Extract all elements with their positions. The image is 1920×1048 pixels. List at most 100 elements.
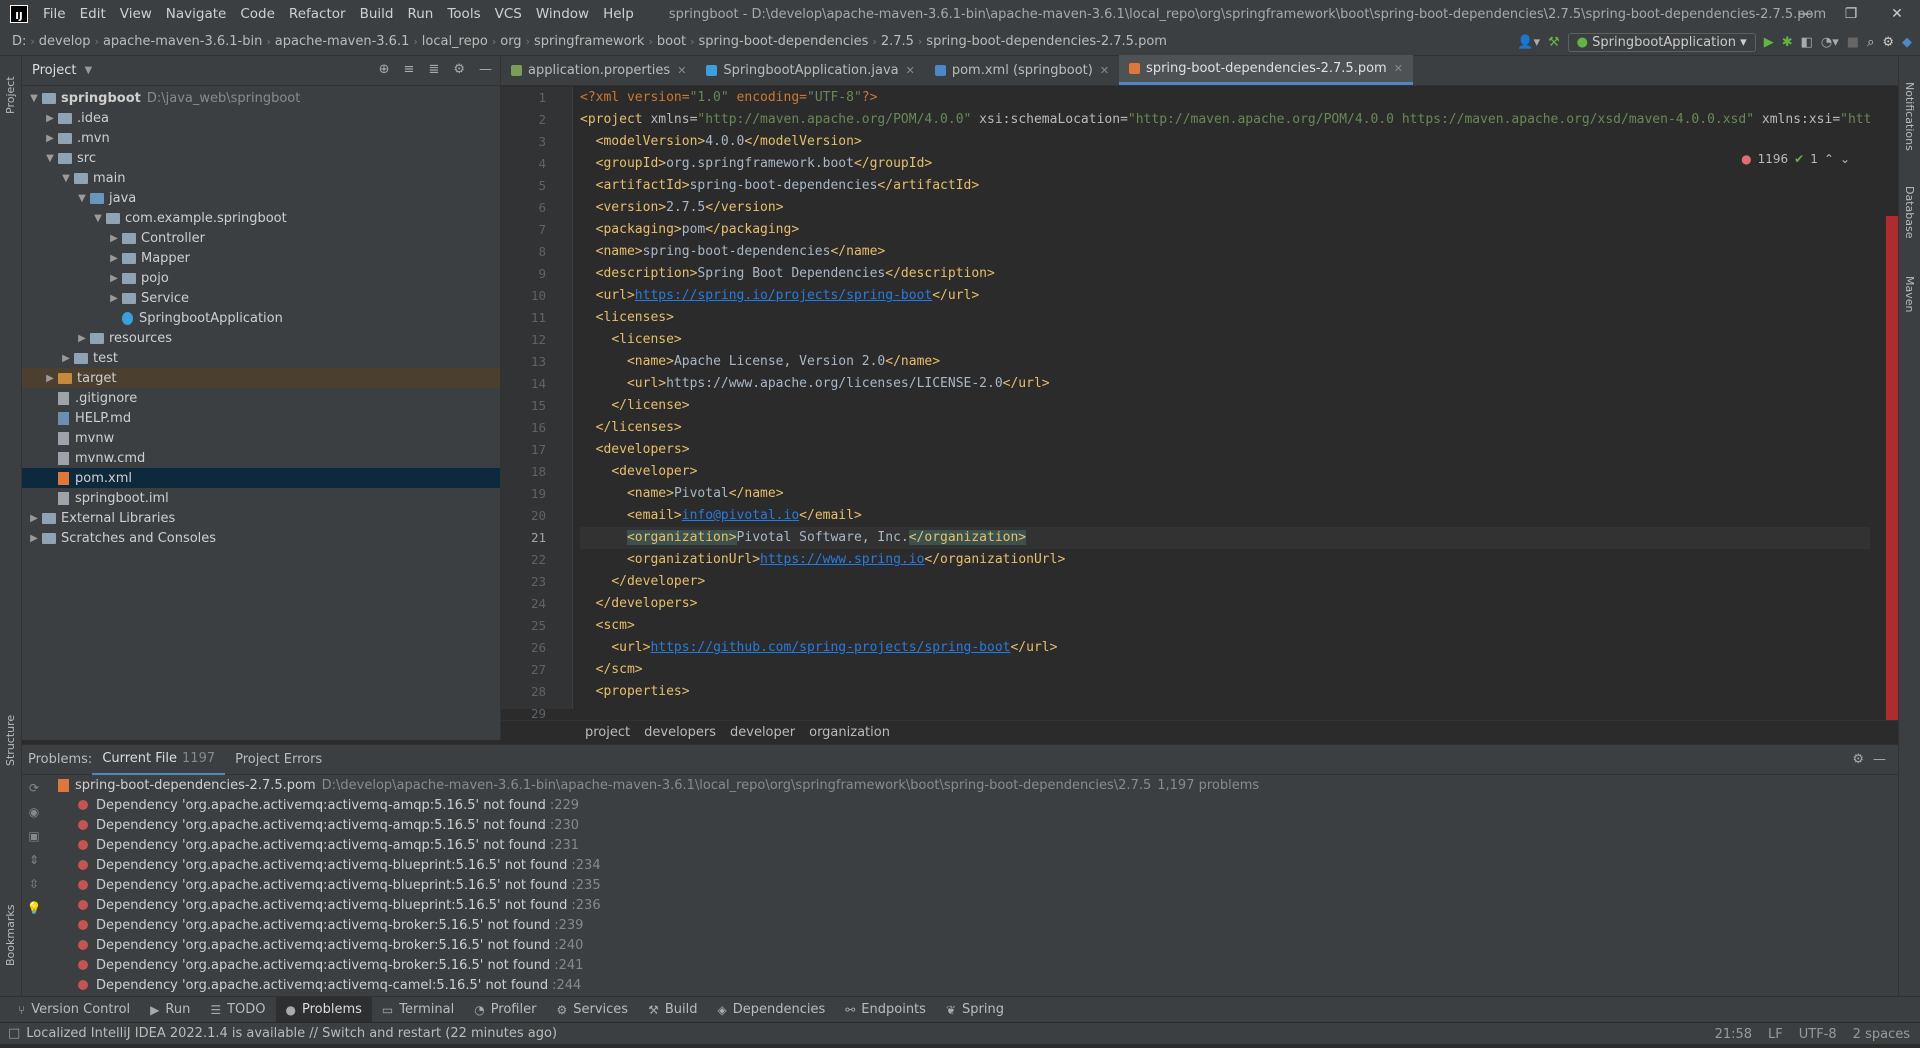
- code-line[interactable]: <url>https://www.apache.org/licenses/LIC…: [580, 373, 1870, 395]
- tree-item[interactable]: ▼ java: [22, 188, 500, 208]
- code-line[interactable]: <description>Spring Boot Dependencies</d…: [580, 263, 1870, 285]
- database-tool-label[interactable]: Database: [1903, 186, 1916, 239]
- chevron-down-icon[interactable]: ▼: [90, 213, 106, 224]
- menu-item-navigate[interactable]: Navigate: [159, 6, 234, 22]
- problem-item[interactable]: Dependency 'org.apache.activemq:activemq…: [22, 795, 1898, 815]
- chevron-down-icon[interactable]: ▼: [42, 153, 58, 164]
- problem-file-row[interactable]: spring-boot-dependencies-2.7.5.pom D:\de…: [22, 775, 1898, 795]
- collapse-all-icon[interactable]: ≣: [428, 62, 439, 77]
- inspection-widget[interactable]: ● 1196 ✔ 1 ⌃ ⌄: [1741, 152, 1850, 166]
- minimize-icon[interactable]: —: [1782, 6, 1828, 22]
- notifications-tool-label[interactable]: Notifications: [1903, 82, 1916, 151]
- tool-button-terminal[interactable]: ▭ Terminal: [372, 997, 464, 1023]
- problem-item[interactable]: Dependency 'org.apache.activemq:activemq…: [22, 895, 1898, 915]
- gear-icon[interactable]: ⚙: [1852, 752, 1864, 767]
- editor-breadcrumb-item[interactable]: project: [585, 725, 630, 740]
- close-icon[interactable]: ✕: [906, 64, 915, 77]
- tree-item[interactable]: ▶ .idea: [22, 108, 500, 128]
- structure-tool-label[interactable]: Structure: [4, 715, 17, 766]
- problem-item[interactable]: Dependency 'org.apache.activemq:activemq…: [22, 835, 1898, 855]
- tree-item[interactable]: mvnw: [22, 428, 500, 448]
- code-line[interactable]: <license>: [580, 329, 1870, 351]
- code-line[interactable]: <?xml version="1.0" encoding="UTF-8"?>: [580, 87, 1870, 109]
- user-icon[interactable]: 👤▾: [1517, 35, 1540, 50]
- tree-item[interactable]: ▼ main: [22, 168, 500, 188]
- menu-item-help[interactable]: Help: [596, 6, 641, 22]
- chevron-down-icon[interactable]: ▼: [58, 173, 74, 184]
- chevron-right-icon[interactable]: ▶: [26, 533, 42, 544]
- code-line[interactable]: <name>spring-boot-dependencies</name>: [580, 241, 1870, 263]
- problem-item[interactable]: Dependency 'org.apache.activemq:activemq…: [22, 875, 1898, 895]
- problem-item[interactable]: Dependency 'org.apache.activemq:activemq…: [22, 855, 1898, 875]
- jetbrains-icon[interactable]: ◆: [1902, 35, 1912, 50]
- tree-item[interactable]: ▶ Mapper: [22, 248, 500, 268]
- breadcrumb-item[interactable]: boot: [653, 34, 690, 49]
- tree-item[interactable]: ▶ resources: [22, 328, 500, 348]
- code-line[interactable]: <name>Apache License, Version 2.0</name>: [580, 351, 1870, 373]
- editor-breadcrumb-item[interactable]: organization: [809, 725, 890, 740]
- tree-item[interactable]: SpringbootApplication: [22, 308, 500, 328]
- tool-button-version-control[interactable]: ⑂ Version Control: [8, 997, 140, 1023]
- tab-current-file[interactable]: Current File 1197: [92, 745, 226, 775]
- tree-item[interactable]: springboot.iml: [22, 488, 500, 508]
- chevron-right-icon[interactable]: ▶: [74, 333, 90, 344]
- run-configuration-select[interactable]: ● SpringbootApplication ▾: [1567, 32, 1756, 52]
- coverage-icon[interactable]: ◧: [1801, 35, 1813, 50]
- chevron-right-icon[interactable]: ▶: [106, 253, 122, 264]
- stop-icon[interactable]: ■: [1847, 35, 1859, 50]
- chevron-right-icon[interactable]: ▶: [42, 373, 58, 384]
- menu-item-file[interactable]: File: [36, 6, 73, 22]
- menu-item-refactor[interactable]: Refactor: [282, 6, 353, 22]
- profile-icon[interactable]: ◔▾: [1821, 35, 1839, 50]
- code-line[interactable]: <packaging>pom</packaging>: [580, 219, 1870, 241]
- tree-item[interactable]: ▼ springboot D:\java_web\springboot: [22, 88, 500, 108]
- problem-item[interactable]: Dependency 'org.apache.activemq:activemq…: [22, 955, 1898, 975]
- collapse-icon[interactable]: ⇳: [29, 877, 39, 891]
- settings-gear-icon[interactable]: ⚙: [1882, 35, 1894, 50]
- tool-button-todo[interactable]: ☰ TODO: [200, 997, 275, 1023]
- project-panel-title[interactable]: Project: [32, 63, 76, 78]
- code-line[interactable]: </licenses>: [580, 417, 1870, 439]
- problem-item[interactable]: Dependency 'org.apache.activemq:activemq…: [22, 935, 1898, 955]
- code-line[interactable]: <modelVersion>4.0.0</modelVersion>: [580, 131, 1870, 153]
- close-icon[interactable]: ✕: [1100, 64, 1109, 77]
- code-line[interactable]: <scm>: [580, 615, 1870, 637]
- code-editor[interactable]: <?xml version="1.0" encoding="UTF-8"?> <p…: [580, 87, 1870, 707]
- tree-item[interactable]: ▶ test: [22, 348, 500, 368]
- run-icon[interactable]: ▶: [1764, 35, 1774, 50]
- error-stripe[interactable]: [1886, 216, 1898, 772]
- tree-item[interactable]: .gitignore: [22, 388, 500, 408]
- tool-button-profiler[interactable]: ◔ Profiler: [464, 997, 546, 1023]
- chevron-up-icon[interactable]: ⌃: [1824, 152, 1834, 166]
- menu-item-edit[interactable]: Edit: [73, 6, 113, 22]
- chevron-right-icon[interactable]: ▶: [106, 293, 122, 304]
- breadcrumb-item[interactable]: D:: [8, 34, 30, 49]
- menu-item-build[interactable]: Build: [353, 6, 401, 22]
- code-line[interactable]: <url>https://spring.io/projects/spring-b…: [580, 285, 1870, 307]
- menu-item-view[interactable]: View: [113, 6, 159, 22]
- tree-item[interactable]: ▶ Scratches and Consoles: [22, 528, 500, 548]
- breadcrumb-item[interactable]: develop: [35, 34, 95, 49]
- close-icon[interactable]: ✕: [677, 64, 686, 77]
- breadcrumb-item[interactable]: local_repo: [418, 34, 492, 49]
- code-line[interactable]: <activemq.version>5.16.5</activemq.versi…: [580, 703, 1870, 707]
- tree-item[interactable]: ▶ pojo: [22, 268, 500, 288]
- tree-item[interactable]: ▶ .mvn: [22, 128, 500, 148]
- code-line[interactable]: <organizationUrl>https://www.spring.io</…: [580, 549, 1870, 571]
- tool-button-run[interactable]: ▶ Run: [140, 997, 200, 1023]
- search-icon[interactable]: ⌕: [1867, 35, 1874, 50]
- code-line[interactable]: <properties>: [580, 681, 1870, 703]
- group-icon[interactable]: ▣: [28, 829, 39, 843]
- hide-icon[interactable]: —: [1873, 752, 1886, 767]
- chevron-right-icon[interactable]: ▶: [42, 113, 58, 124]
- menu-item-code[interactable]: Code: [233, 6, 282, 22]
- gear-icon[interactable]: ⚙: [453, 62, 465, 77]
- close-icon[interactable]: ✕: [1874, 6, 1920, 22]
- refresh-icon[interactable]: ⟳: [29, 781, 39, 795]
- tree-item[interactable]: HELP.md: [22, 408, 500, 428]
- breadcrumb-item[interactable]: spring-boot-dependencies: [695, 34, 873, 49]
- problem-item[interactable]: Dependency 'org.apache.activemq:activemq…: [22, 915, 1898, 935]
- code-line[interactable]: <organization>Pivotal Software, Inc.</or…: [580, 527, 1870, 549]
- breadcrumb-item[interactable]: springframework: [530, 34, 648, 49]
- code-line[interactable]: <developers>: [580, 439, 1870, 461]
